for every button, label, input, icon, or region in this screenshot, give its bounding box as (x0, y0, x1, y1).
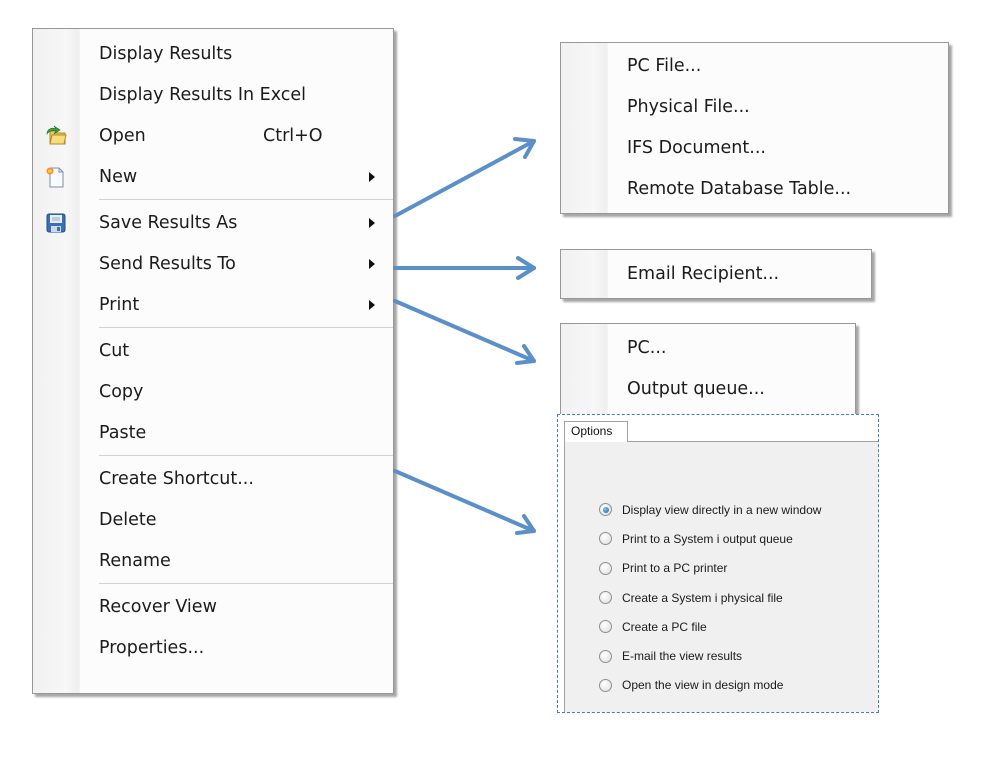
radio-option-create-a-pc-file[interactable]: Create a PC file (599, 612, 821, 641)
radio-option-display-view-directly-in-a-new-window[interactable]: Display view directly in a new window (599, 495, 821, 524)
menu-item-cut[interactable]: Cut (33, 330, 393, 371)
menu-item-label: PC... (627, 337, 667, 358)
radio-option-e-mail-the-view-results[interactable]: E-mail the view results (599, 641, 821, 670)
submenu-arrow-icon (369, 172, 375, 182)
new-document-icon (45, 166, 67, 188)
menu-item-copy[interactable]: Copy (33, 371, 393, 412)
options-tab-panel: Display view directly in a new window Pri… (564, 441, 878, 712)
menu-item-shortcut: Ctrl+O (263, 125, 323, 146)
print-submenu: PC... Output queue... (560, 323, 856, 415)
menu-item-pc-file[interactable]: PC File... (561, 45, 948, 86)
menu-item-label: Create Shortcut... (99, 468, 254, 489)
menu-item-properties[interactable]: Properties... (33, 627, 393, 668)
menu-item-label: Paste (99, 422, 147, 443)
menu-item-label: Display Results In Excel (99, 84, 306, 105)
tab-strip: Options (564, 421, 878, 442)
radio-label: Create a System i physical file (622, 590, 783, 605)
menu-item-output-queue[interactable]: Output queue... (561, 368, 855, 409)
submenu-arrow-icon (369, 259, 375, 269)
menu-item-display-results-in-excel[interactable]: Display Results In Excel (33, 74, 393, 115)
radio-label: Display view directly in a new window (622, 502, 822, 517)
tab-options[interactable]: Options (564, 421, 628, 442)
radio-label: Print to a System i output queue (622, 531, 793, 546)
submenu-arrow-icon (369, 300, 375, 310)
menu-item-send-results-to[interactable]: Send Results To (33, 243, 393, 284)
menu-item-label: Rename (99, 550, 171, 571)
radio-button[interactable] (599, 503, 612, 517)
radio-button[interactable] (599, 649, 612, 663)
context-menu: Display Results Display Results In Excel O… (32, 28, 394, 694)
menu-item-label: Output queue... (627, 378, 765, 399)
menu-item-label: Save Results As (99, 212, 238, 233)
menu-item-label: Open (99, 125, 146, 146)
radio-label: E-mail the view results (622, 649, 743, 664)
menu-item-label: Recover View (99, 596, 217, 617)
menu-item-email-recipient[interactable]: Email Recipient... (561, 253, 871, 294)
menu-item-label: Print (99, 294, 140, 315)
radio-option-create-a-system-i-physical-file[interactable]: Create a System i physical file (599, 583, 821, 612)
save-results-as-submenu: PC File... Physical File... IFS Document..… (560, 42, 949, 214)
radio-option-print-to-a-pc-printer[interactable]: Print to a PC printer (599, 554, 821, 583)
radio-button[interactable] (599, 532, 612, 546)
options-panel: Options Display view directly in a new w… (557, 414, 879, 713)
submenu-arrow-icon (369, 218, 375, 228)
menu-item-ifs-document[interactable]: IFS Document... (561, 127, 948, 168)
menu-item-label: Delete (99, 509, 157, 530)
radio-label: Print to a PC printer (622, 561, 728, 576)
radio-button[interactable] (599, 678, 612, 692)
menu-separator (99, 455, 393, 456)
menu-item-label: Copy (99, 381, 144, 402)
menu-item-print[interactable]: Print (33, 284, 393, 325)
menu-item-rename[interactable]: Rename (33, 540, 393, 581)
menu-item-label: Cut (99, 340, 130, 361)
menu-item-recover-view[interactable]: Recover View (33, 586, 393, 627)
save-disk-icon (45, 212, 67, 234)
radio-label: Open the view in design mode (622, 678, 784, 693)
menu-item-paste[interactable]: Paste (33, 412, 393, 453)
menu-item-delete[interactable]: Delete (33, 499, 393, 540)
menu-item-label: PC File... (627, 55, 702, 76)
radio-button[interactable] (599, 591, 612, 605)
menu-item-label: Properties... (99, 637, 205, 658)
menu-item-label: Remote Database Table... (627, 178, 852, 199)
send-results-to-submenu: Email Recipient... (560, 249, 872, 299)
arrow-to-options-panel (393, 469, 536, 535)
arrow-to-print-submenu (393, 299, 536, 365)
menu-item-pc[interactable]: PC... (561, 327, 855, 368)
menu-item-physical-file[interactable]: Physical File... (561, 86, 948, 127)
menu-separator (99, 327, 393, 328)
menu-item-label: Display Results (99, 43, 233, 64)
menu-item-label: Physical File... (627, 96, 750, 117)
open-action-radio-group: Display view directly in a new window Pri… (599, 495, 821, 700)
menu-item-open[interactable]: Open Ctrl+O (33, 115, 393, 156)
menu-item-remote-database-table[interactable]: Remote Database Table... (561, 168, 948, 209)
menu-item-save-results-as[interactable]: Save Results As (33, 202, 393, 243)
arrow-to-send-submenu (393, 256, 536, 280)
menu-item-label: Email Recipient... (627, 263, 780, 284)
radio-option-open-the-view-in-design-mode[interactable]: Open the view in design mode (599, 671, 821, 700)
arrow-to-save-submenu (393, 137, 536, 218)
menu-separator (99, 199, 393, 200)
menu-item-label: Send Results To (99, 253, 236, 274)
menu-item-create-shortcut[interactable]: Create Shortcut... (33, 458, 393, 499)
radio-label: Create a PC file (622, 619, 707, 634)
open-folder-icon (45, 125, 67, 147)
menu-item-label: New (99, 166, 138, 187)
radio-option-print-to-a-system-i-output-queue[interactable]: Print to a System i output queue (599, 524, 821, 553)
menu-separator (99, 583, 393, 584)
menu-item-new[interactable]: New (33, 156, 393, 197)
menu-item-display-results[interactable]: Display Results (33, 33, 393, 74)
menu-item-label: IFS Document... (627, 137, 766, 158)
radio-button[interactable] (599, 561, 612, 575)
radio-button[interactable] (599, 620, 612, 634)
